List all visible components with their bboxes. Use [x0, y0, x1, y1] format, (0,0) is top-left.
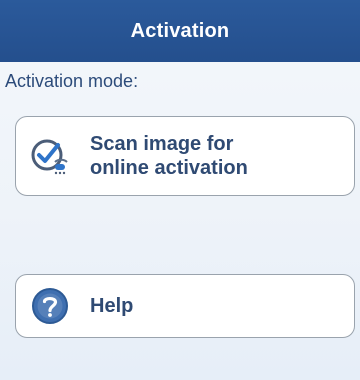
help-icon — [28, 284, 72, 328]
scan-button-label-line1: Scan image for — [90, 133, 234, 155]
scan-button-label-line2: online activation — [90, 157, 248, 179]
page-title: Activation — [130, 19, 230, 42]
scan-button-label: Scan image for online activation — [90, 132, 248, 180]
help-button[interactable]: Help — [15, 274, 355, 338]
title-bar: Activation — [0, 0, 360, 62]
activation-mode-label: Activation mode: — [5, 71, 139, 91]
scan-check-icon — [28, 134, 72, 178]
scan-image-button[interactable]: Scan image for online activation — [15, 116, 355, 196]
help-button-label: Help — [90, 295, 134, 317]
